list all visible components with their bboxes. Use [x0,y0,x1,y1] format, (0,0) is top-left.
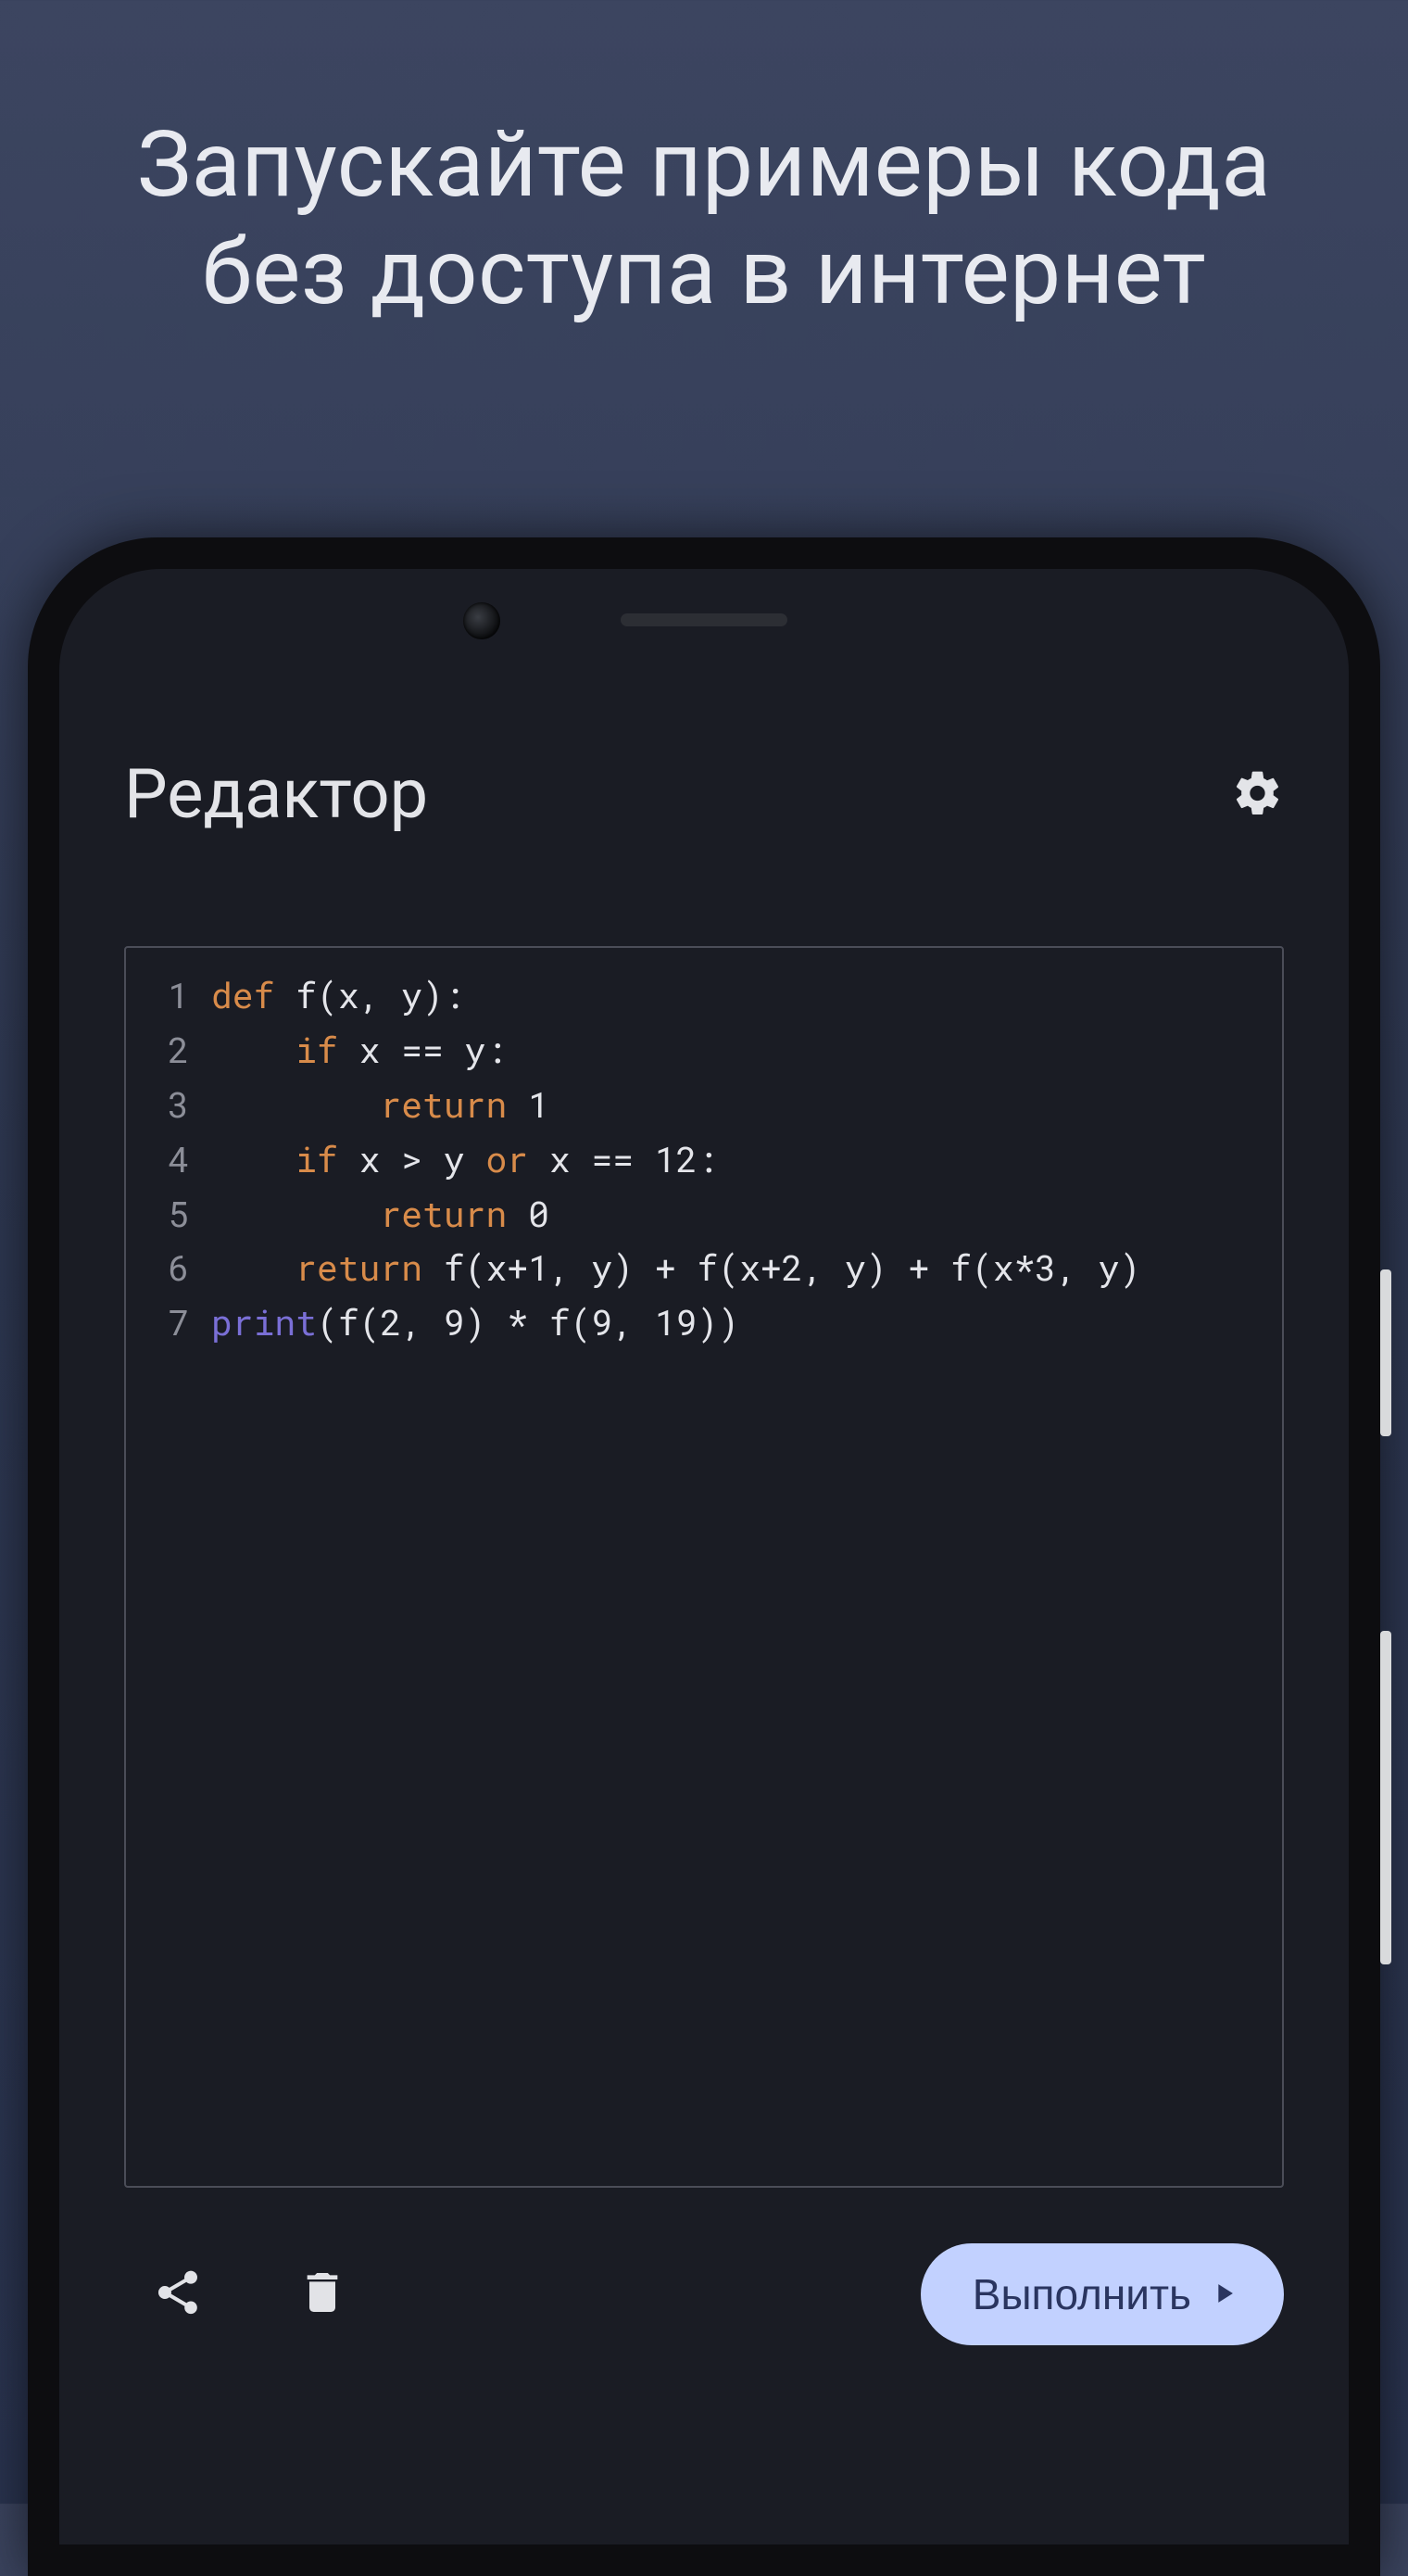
run-button[interactable]: Выполнить [921,2243,1284,2345]
code-content: if x > y or x == 12: [211,1132,718,1187]
code-content: return 0 [211,1187,549,1242]
app-screen: Редактор 1def f(x, y):2 if x == y:3 retu… [59,699,1349,2544]
code-content: def f(x, y): [211,968,465,1023]
line-number: 7 [148,1295,189,1350]
code-line: 5 return 0 [148,1187,1260,1242]
code-line: 4 if x > y or x == 12: [148,1132,1260,1187]
play-icon [1208,2269,1239,2319]
phone-frame: Редактор 1def f(x, y):2 if x == y:3 retu… [28,537,1380,2576]
code-editor[interactable]: 1def f(x, y):2 if x == y:3 return 14 if … [124,946,1284,2188]
line-number: 3 [148,1078,189,1132]
share-icon [152,2305,204,2322]
phone-power-button-mock [1380,1269,1391,1436]
code-content: if x == y: [211,1023,507,1078]
phone-speaker-slot [621,613,787,626]
line-number: 5 [148,1187,189,1242]
line-number: 4 [148,1132,189,1187]
line-number: 2 [148,1023,189,1078]
promo-headline: Запускайте примеры кода без доступа в ин… [0,111,1408,325]
gear-icon [1232,805,1284,823]
delete-button[interactable] [296,2267,348,2322]
share-button[interactable] [152,2267,204,2322]
run-button-label: Выполнить [973,2269,1191,2319]
app-header: Редактор [124,754,1284,835]
phone-screen-bezel: Редактор 1def f(x, y):2 if x == y:3 retu… [59,569,1349,2544]
headline-line2: без доступа в интернет [202,219,1207,325]
code-line: 7 print(f(2, 9) * f(9, 19)) [148,1295,1260,1350]
code-line: 6 return f(x+1, y) + f(x+2, y) + f(x*3, … [148,1241,1260,1295]
code-content: print(f(2, 9) * f(9, 19)) [211,1295,739,1350]
app-title: Редактор [124,754,428,835]
code-line: 2 if x == y: [148,1023,1260,1078]
settings-button[interactable] [1232,767,1284,823]
trash-icon [296,2305,348,2322]
code-content: return 1 [211,1078,549,1132]
code-content: return f(x+1, y) + f(x+2, y) + f(x*3, y) [211,1241,1140,1295]
line-number: 1 [148,968,189,1023]
code-line: 3 return 1 [148,1078,1260,1132]
code-line: 1 def f(x, y): [148,968,1260,1023]
phone-volume-button-mock [1380,1631,1391,1964]
phone-camera-dot [463,602,500,639]
line-number: 6 [148,1241,189,1295]
bottom-toolbar: Выполнить [124,2243,1284,2345]
headline-line1: Запускайте примеры кода [137,111,1271,218]
